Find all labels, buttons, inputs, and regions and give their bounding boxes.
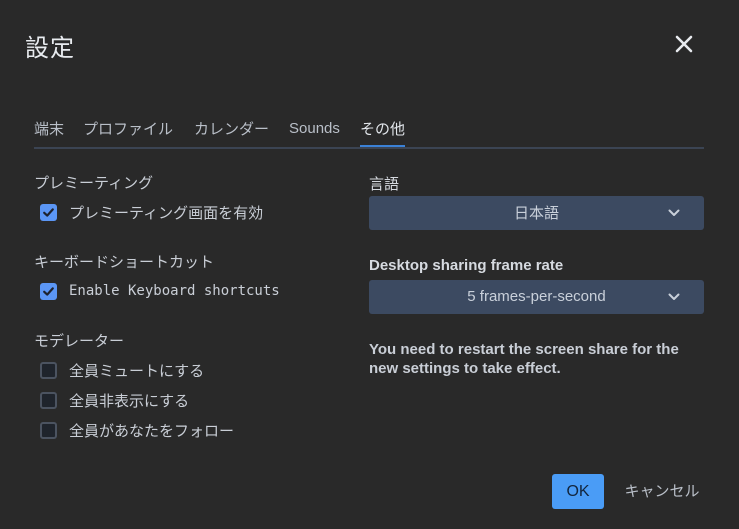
follow-me-checkbox[interactable]: 全員があなたをフォロー: [40, 420, 234, 440]
premeeting-section-title: プレミーティング: [34, 174, 154, 192]
chevron-down-icon: [668, 208, 680, 218]
mute-all-checkbox[interactable]: 全員ミュートにする: [40, 360, 204, 380]
shortcuts-enable-checkbox[interactable]: Enable Keyboard shortcuts: [40, 281, 280, 301]
premeeting-enable-label: プレミーティング画面を有効: [69, 203, 264, 222]
moderator-section-title: モデレーター: [34, 332, 125, 350]
hide-all-label: 全員非表示にする: [69, 391, 190, 410]
check-icon: [43, 286, 54, 296]
chevron-down-icon: [668, 292, 680, 302]
hide-all-checkbox[interactable]: 全員非表示にする: [40, 390, 189, 410]
dialog-title: 設定: [25, 34, 75, 62]
checkbox-unchecked[interactable]: [40, 361, 57, 379]
checkbox-checked[interactable]: [40, 203, 57, 221]
follow-me-label: 全員があなたをフォロー: [69, 421, 235, 440]
settings-tabs: 端末 プロファイル カレンダー Sounds その他: [34, 117, 704, 149]
shortcuts-enable-label: Enable Keyboard shortcuts: [69, 283, 280, 299]
premeeting-enable-checkbox[interactable]: プレミーティング画面を有効: [40, 202, 263, 222]
checkbox-checked[interactable]: [40, 282, 57, 300]
shortcuts-section-title: キーボードショートカット: [34, 253, 215, 271]
framerate-select[interactable]: 5 frames-per-second: [369, 280, 704, 314]
close-icon: [672, 32, 696, 56]
cancel-button[interactable]: キャンセル: [616, 474, 708, 509]
tab-calendar[interactable]: カレンダー: [194, 117, 269, 145]
check-icon: [43, 207, 54, 217]
checkbox-unchecked[interactable]: [40, 421, 57, 439]
restart-notice: You need to restart the screen share for…: [369, 341, 679, 377]
language-select[interactable]: 日本語: [369, 196, 704, 230]
tab-sounds[interactable]: Sounds: [289, 117, 340, 145]
framerate-label: Desktop sharing frame rate: [369, 257, 564, 274]
close-button[interactable]: [672, 32, 696, 56]
framerate-select-value: 5 frames-per-second: [467, 288, 606, 305]
tab-more[interactable]: その他: [360, 117, 406, 147]
checkbox-unchecked[interactable]: [40, 391, 57, 409]
tab-devices[interactable]: 端末: [34, 117, 64, 145]
tab-profile[interactable]: プロファイル: [83, 117, 173, 145]
language-select-value: 日本語: [513, 204, 559, 222]
ok-button[interactable]: OK: [552, 474, 604, 509]
mute-all-label: 全員ミュートにする: [69, 361, 205, 380]
settings-dialog: 設定 端末 プロファイル カレンダー Sounds その他 プレミーティング プ…: [0, 0, 739, 529]
language-label: 言語: [369, 175, 400, 193]
